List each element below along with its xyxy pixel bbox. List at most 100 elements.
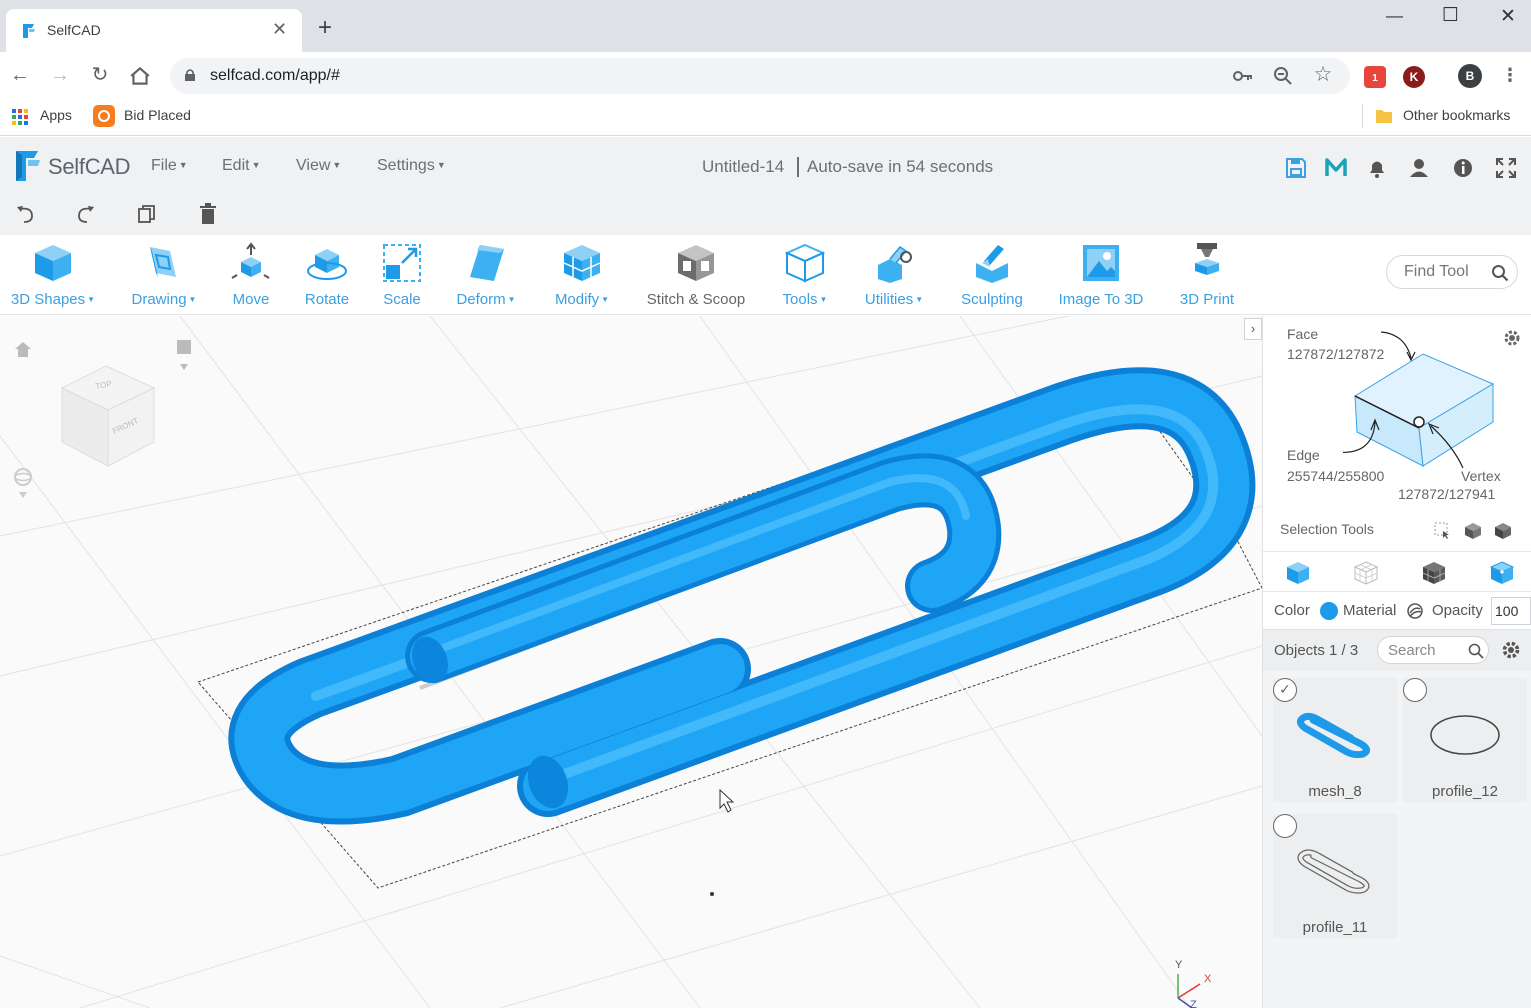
notification-bell-icon[interactable] [1366, 157, 1388, 179]
tool-image-to-3d[interactable]: Image To 3D [1054, 241, 1148, 308]
bookmarks-divider [1362, 104, 1363, 128]
bookmark-bid-placed[interactable]: Bid Placed [124, 107, 191, 123]
object-checkbox[interactable]: ✓ [1273, 678, 1297, 702]
bookmark-apps[interactable]: Apps [40, 107, 72, 123]
tool-rotate[interactable]: Rotate [300, 241, 354, 308]
face-label: Face [1287, 326, 1319, 342]
home-view-icon[interactable] [13, 340, 33, 358]
objects-search-icon[interactable] [1468, 643, 1484, 659]
browser-tab[interactable]: SelfCAD ✕ [6, 9, 302, 52]
object-checkbox[interactable] [1403, 678, 1427, 702]
object-card-profile-12[interactable]: profile_12 [1403, 678, 1527, 802]
view-drag-icon[interactable] [175, 338, 193, 372]
key-icon[interactable] [1232, 65, 1254, 87]
tool-move[interactable]: Move [226, 241, 276, 308]
utilities-icon [878, 246, 912, 283]
extension-badge: 1 [1372, 73, 1378, 84]
tool-stitch-scoop[interactable]: Stitch & Scoop [642, 241, 750, 308]
tool-3d-print[interactable]: 3D Print [1174, 241, 1240, 308]
tool-utilities[interactable]: Utilities ▼ [858, 241, 930, 308]
opacity-value: 100 [1495, 603, 1519, 619]
undo-icon[interactable] [14, 203, 36, 225]
tool-image-to-3d-label: Image To 3D [1058, 291, 1144, 308]
folder-icon [1376, 110, 1392, 123]
myminifactory-icon[interactable] [1325, 157, 1347, 179]
tab-close-icon[interactable]: ✕ [272, 19, 287, 40]
info-icon[interactable] [1452, 157, 1474, 179]
3d-viewport[interactable]: Y X Z TOP FRONT [0, 316, 1262, 1008]
extension-icon[interactable]: 1 [1364, 66, 1386, 88]
axis-gizmo: Y X Z [1175, 959, 1212, 1008]
apps-grid-icon [12, 109, 28, 125]
address-bar[interactable]: selfcad.com/app/# ☆ [170, 58, 1350, 94]
tool-sculpting-label: Sculpting [961, 291, 1023, 308]
document-title[interactable]: Untitled-14 [702, 157, 784, 177]
wireframe-mode-icon[interactable] [1353, 560, 1379, 586]
find-tool-search[interactable]: Find Tool [1386, 255, 1518, 289]
delete-icon[interactable] [197, 203, 219, 225]
tool-modify[interactable]: Modify ▼ [548, 241, 616, 308]
tool-3d-shapes[interactable]: 3D Shapes ▼ [8, 241, 98, 308]
browser-menu-icon[interactable]: ⋮ [1498, 63, 1522, 87]
object-card-profile-11[interactable]: profile_11 [1273, 814, 1397, 938]
user-icon[interactable] [1408, 157, 1430, 179]
opacity-input[interactable]: 100 [1491, 597, 1531, 625]
reload-icon[interactable]: ↻ [88, 63, 112, 87]
fullscreen-icon[interactable] [1495, 157, 1517, 179]
tool-utilities-label: Utilities ▼ [864, 291, 924, 308]
object-checkbox[interactable] [1273, 814, 1297, 838]
stats-settings-gear-icon[interactable] [1503, 329, 1521, 347]
object-mode-icon[interactable] [1285, 560, 1311, 586]
objects-header: Objects 1 / 3 Search [1263, 629, 1531, 671]
color-swatch[interactable] [1320, 602, 1338, 620]
back-icon[interactable]: ← [8, 63, 32, 87]
menu-edit[interactable]: Edit ▼ [222, 157, 261, 175]
select-all-icon[interactable] [1493, 521, 1513, 541]
menu-view[interactable]: View ▼ [296, 157, 341, 175]
new-tab-button[interactable]: + [318, 16, 332, 40]
objects-search-input[interactable]: Search [1377, 636, 1489, 664]
orbit-icon[interactable] [12, 466, 34, 500]
objects-search-placeholder: Search [1388, 642, 1436, 659]
tool-scale[interactable]: Scale [378, 241, 426, 308]
tool-scale-label: Scale [383, 291, 421, 308]
menu-settings[interactable]: Settings ▼ [377, 157, 446, 175]
scene-canvas[interactable]: Y X Z [0, 316, 1262, 1008]
other-bookmarks[interactable]: Other bookmarks [1403, 107, 1510, 123]
object-card-mesh-8[interactable]: ✓ mesh_8 [1273, 678, 1397, 802]
tool-tools[interactable]: Tools ▼ [776, 241, 834, 308]
tool-deform[interactable]: Deform ▼ [450, 241, 522, 308]
edge-mode-icon[interactable] [1421, 560, 1447, 586]
panel-collapse-button[interactable]: › [1244, 318, 1262, 340]
selfcad-logo-icon[interactable] [12, 149, 44, 183]
save-icon[interactable] [1285, 157, 1307, 179]
search-icon[interactable] [1491, 264, 1509, 282]
appearance-row: Color Material Opacity 100 [1263, 591, 1531, 629]
right-panel: Face 127872/127872 Edge 255744/255800 Ve… [1262, 316, 1531, 1008]
forward-icon[interactable]: → [48, 63, 72, 87]
redo-icon[interactable] [75, 203, 97, 225]
tool-sculpting[interactable]: Sculpting [956, 241, 1028, 308]
face-mode-icon[interactable] [1489, 560, 1515, 586]
tool-drawing[interactable]: Drawing ▼ [126, 241, 202, 308]
menu-file[interactable]: File ▼ [151, 157, 188, 175]
window-close-icon[interactable]: ✕ [1500, 5, 1516, 28]
material-label: Material [1343, 602, 1397, 619]
home-icon[interactable] [128, 64, 152, 88]
select-box-icon[interactable] [1463, 521, 1483, 541]
profile-avatar[interactable]: B [1458, 64, 1482, 88]
maximize-icon[interactable]: ☐ [1442, 4, 1459, 27]
autosave-status: Auto-save in 54 seconds [797, 157, 993, 177]
copy-icon[interactable] [136, 203, 158, 225]
zoom-icon[interactable] [1272, 65, 1294, 87]
material-icon[interactable] [1406, 602, 1424, 620]
selfcad-favicon-icon [23, 24, 35, 38]
view-cube[interactable]: TOP FRONT [58, 358, 158, 470]
browser-toolbar: ← → ↻ selfcad.com/app/# ☆ 1 K B ⋮ [0, 52, 1531, 98]
tab-title: SelfCAD [47, 22, 101, 38]
objects-settings-gear-icon[interactable] [1501, 640, 1521, 660]
extension-k-icon[interactable]: K [1403, 66, 1425, 88]
minimize-icon[interactable]: — [1386, 6, 1403, 26]
select-single-icon[interactable] [1433, 521, 1451, 539]
bookmark-star-icon[interactable]: ☆ [1312, 62, 1334, 86]
